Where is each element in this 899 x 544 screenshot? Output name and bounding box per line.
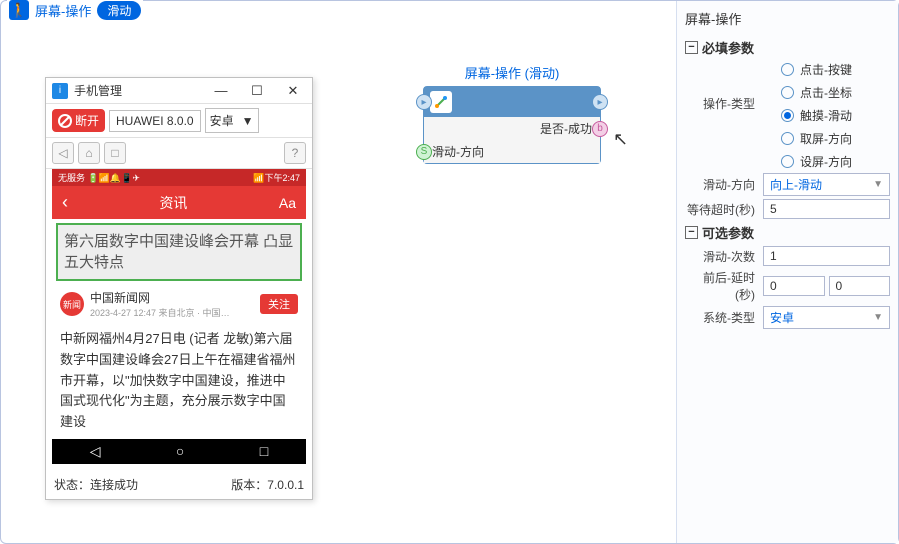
- maximize-button[interactable]: ☐: [244, 83, 270, 99]
- follow-button[interactable]: 关注: [260, 294, 298, 314]
- nav-help-button[interactable]: ?: [284, 142, 306, 164]
- chevron-down-icon: ▼: [873, 179, 883, 190]
- font-size-button[interactable]: Aa: [279, 195, 296, 211]
- cursor-icon: ↖: [613, 129, 628, 150]
- source-name: 中国新闻网: [90, 289, 254, 306]
- bool-output-port[interactable]: b: [592, 121, 608, 137]
- version-label: 版本：7.0.0.1: [231, 476, 304, 493]
- radio-touch-swipe[interactable]: 触摸-滑动: [781, 107, 852, 124]
- android-back-icon[interactable]: ◁: [90, 443, 101, 460]
- minimize-button[interactable]: —: [208, 83, 234, 99]
- workflow-node[interactable]: ▸ ▸ 是否-成功 b S 滑动-方向: [423, 86, 601, 164]
- phone-manager-window: i 手机管理 — ☐ ✕ 断开 HUAWEI 8.0.0 安卓▼: [45, 77, 313, 500]
- wait-timeout-label: 等待超时(秒): [685, 201, 755, 218]
- swipe-count-input[interactable]: 1: [763, 246, 890, 266]
- device-name-field[interactable]: HUAWEI 8.0.0: [109, 110, 201, 132]
- app-title: 资讯: [68, 193, 279, 213]
- article-body: 中新网福州4月27日电 (记者 龙敏)第六届数字中国建设峰会27日上午在福建省福…: [52, 323, 306, 439]
- sys-type-select[interactable]: 安卓▼: [763, 306, 890, 329]
- output-port-icon[interactable]: ▸: [592, 94, 608, 110]
- properties-panel: 屏幕-操作 − 必填参数 操作-类型 点击-按键 点击-坐标 触摸-滑动 取屏-…: [676, 1, 898, 543]
- radio-click-key[interactable]: 点击-按键: [781, 61, 852, 78]
- node-title: 屏幕-操作 (滑动): [423, 63, 601, 82]
- op-type-radio-group: 点击-按键 点击-坐标 触摸-滑动 取屏-方向 设屏-方向: [781, 61, 852, 170]
- swipe-dir-select[interactable]: 向上-滑动▼: [763, 173, 890, 196]
- statusbar-right: 📶下午2:47: [253, 171, 300, 184]
- android-recent-icon[interactable]: □: [260, 443, 268, 460]
- optional-section-toggle[interactable]: − 可选参数: [685, 223, 890, 242]
- connection-status: 状态：连接成功: [54, 476, 138, 493]
- nav-recent-button[interactable]: □: [104, 142, 126, 164]
- phone-app-icon: i: [52, 83, 68, 99]
- delay-before-input[interactable]: 0: [763, 276, 825, 296]
- swipe-count-label: 滑动-次数: [685, 248, 755, 265]
- wait-timeout-input[interactable]: 5: [763, 199, 890, 219]
- radio-get-orientation[interactable]: 取屏-方向: [781, 130, 852, 147]
- phone-screen: 无服务 🔋📶🔔📱✈ 📶下午2:47 ‹ 资讯 Aa 第六届数字中国建设峰会开幕 …: [52, 169, 306, 464]
- collapse-icon: −: [685, 226, 698, 239]
- platform-select[interactable]: 安卓▼: [205, 108, 259, 133]
- radio-click-coord[interactable]: 点击-坐标: [781, 84, 852, 101]
- op-type-label: 操作-类型: [685, 95, 755, 112]
- input-port-icon[interactable]: ▸: [416, 94, 432, 110]
- close-button[interactable]: ✕: [280, 83, 306, 99]
- swipe-dir-label: 滑动-方向: [685, 176, 755, 193]
- chevron-down-icon: ▼: [873, 312, 883, 323]
- panel-title: 屏幕-操作: [685, 7, 890, 34]
- delay-label: 前后-延时(秒): [685, 269, 755, 303]
- statusbar-left: 无服务 🔋📶🔔📱✈: [58, 171, 140, 184]
- required-section-toggle[interactable]: − 必填参数: [685, 38, 890, 57]
- delay-after-input[interactable]: 0: [829, 276, 891, 296]
- source-avatar-icon: 新闻: [60, 292, 84, 316]
- article-headline[interactable]: 第六届数字中国建设峰会开幕 凸显五大特点: [56, 223, 302, 281]
- source-meta: 2023-4-27 12:47 来自北京 · 中国新闻...: [90, 306, 230, 319]
- phone-window-title: 手机管理: [74, 82, 208, 99]
- node-input-direction: 滑动-方向: [432, 143, 484, 160]
- collapse-icon: −: [685, 41, 698, 54]
- disconnect-button[interactable]: 断开: [52, 109, 105, 132]
- node-action-icon: [430, 91, 452, 113]
- sys-type-label: 系统-类型: [685, 309, 755, 326]
- node-output-success: 是否-成功: [540, 120, 592, 137]
- nav-back-button[interactable]: ◁: [52, 142, 74, 164]
- disconnect-icon: [58, 114, 72, 128]
- nav-home-button[interactable]: ⌂: [78, 142, 100, 164]
- string-input-port[interactable]: S: [416, 144, 432, 160]
- canvas-area[interactable]: i 手机管理 — ☐ ✕ 断开 HUAWEI 8.0.0 安卓▼: [1, 1, 676, 543]
- android-home-icon[interactable]: ○: [176, 443, 184, 460]
- radio-set-orientation[interactable]: 设屏-方向: [781, 153, 852, 170]
